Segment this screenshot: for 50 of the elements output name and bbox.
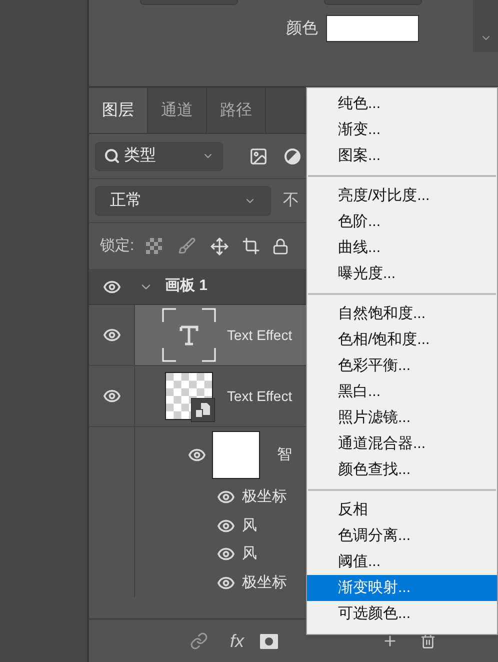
blend-mode-dropdown[interactable]: 正常 <box>95 186 271 216</box>
menu-item[interactable]: 曲线... <box>307 235 497 261</box>
link-icon[interactable] <box>190 632 208 650</box>
move-icon[interactable] <box>210 236 230 256</box>
fx-icon[interactable]: fx <box>230 628 244 654</box>
adjustment-filter-icon[interactable] <box>284 148 301 164</box>
opacity-label: 不 <box>283 190 299 210</box>
menu-item[interactable]: 颜色查找... <box>307 457 497 483</box>
filter-name: 极坐标 <box>242 572 287 592</box>
filter-name: 极坐标 <box>242 487 287 507</box>
smart-object-icon <box>191 398 215 422</box>
menu-item[interactable]: 渐变映射... <box>307 575 497 601</box>
lock-label: 锁定: <box>100 236 134 256</box>
text-layer-thumbnail <box>162 308 216 362</box>
search-icon <box>104 148 120 164</box>
brush-icon[interactable] <box>178 237 196 255</box>
trash-icon[interactable] <box>420 633 436 649</box>
menu-item[interactable]: 色相/饱和度... <box>307 327 497 353</box>
eye-icon[interactable] <box>188 446 206 464</box>
menu-item[interactable]: 反相 <box>307 497 497 523</box>
eye-icon[interactable] <box>102 326 120 344</box>
menu-item[interactable]: 色阶... <box>307 209 497 235</box>
menu-item[interactable]: 通道混合器... <box>307 431 497 457</box>
crop-icon[interactable] <box>242 237 260 255</box>
image-filter-icon[interactable] <box>249 146 268 166</box>
menu-item[interactable]: 阈值... <box>307 549 497 575</box>
filter-mask-thumbnail <box>212 431 260 479</box>
input-field[interactable] <box>324 0 422 5</box>
menu-item[interactable]: 渐变... <box>307 117 497 143</box>
filter-name: 风 <box>242 516 257 536</box>
menu-item[interactable]: 可选颜色... <box>307 601 497 627</box>
menu-item[interactable]: 亮度/对比度... <box>307 183 497 209</box>
scrollbar[interactable] <box>473 0 498 52</box>
color-label: 颜色 <box>286 18 318 38</box>
input-field[interactable] <box>140 0 238 5</box>
layer-name: Text Effect <box>227 386 292 406</box>
menu-item[interactable]: 色调分离... <box>307 523 497 549</box>
mask-icon[interactable] <box>260 634 278 648</box>
panel-tab[interactable]: 图层 <box>89 88 148 133</box>
filter-name: 风 <box>242 544 257 564</box>
layer-name: Text Effect <box>227 326 292 344</box>
eye-icon[interactable] <box>102 387 120 405</box>
menu-item[interactable]: 黑白... <box>307 379 497 405</box>
menu-item[interactable]: 图案... <box>307 143 497 169</box>
group-name: 画板 1 <box>165 276 208 296</box>
menu-item[interactable]: 纯色... <box>307 91 497 117</box>
smart-filters-label: 智 <box>277 444 292 465</box>
color-swatch[interactable] <box>326 15 419 42</box>
filter-dropdown[interactable]: 类型 <box>95 142 223 170</box>
lock-icon[interactable] <box>272 238 290 254</box>
